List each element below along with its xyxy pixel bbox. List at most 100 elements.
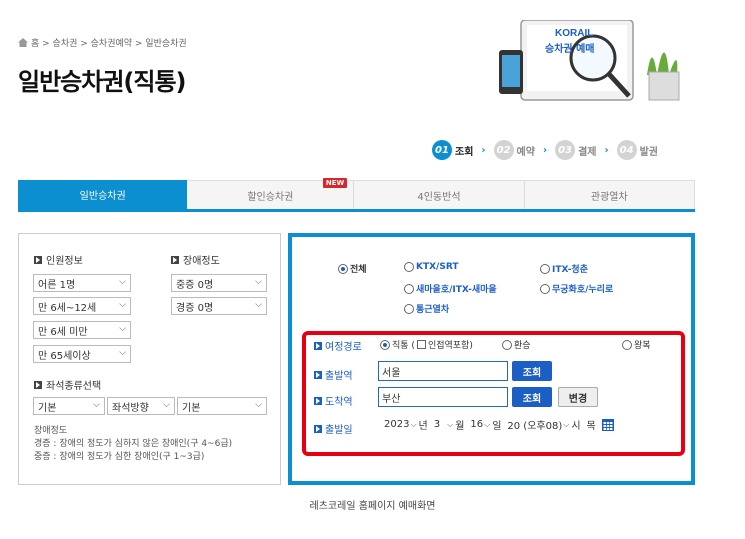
bullet-icon	[314, 341, 322, 350]
child-count-select[interactable]: 만 6세~12세 ⌵	[33, 297, 131, 315]
chevron-down-icon: ⌵	[410, 419, 417, 429]
tab-general-ticket[interactable]: 일반승차권	[18, 180, 188, 209]
chevron-down-icon: ⌵	[119, 324, 126, 334]
row-label-text: 도착역	[325, 397, 353, 408]
train-type-saemaeul-radio[interactable]: 새마을호/ITX-새마을	[404, 282, 497, 295]
train-type-itx-radio[interactable]: ITX-청춘	[540, 262, 588, 275]
step-number: 01	[432, 140, 452, 160]
departure-station-input[interactable]: 서울	[378, 361, 508, 381]
route-direct-radio[interactable]: 직통 ( 인접역포함)	[380, 338, 473, 351]
radio-label: ITX-청춘	[552, 265, 588, 275]
radio-circle	[404, 303, 414, 314]
tab-four-seat[interactable]: 4인동반석	[354, 180, 525, 209]
bullet-icon	[34, 255, 42, 264]
step-number: 03	[555, 140, 576, 160]
chevron-right-icon: ›	[542, 144, 548, 156]
day-unit: 일	[492, 421, 502, 432]
page-title: 일반승차권(직통)	[18, 68, 186, 96]
select-value: 좌석방향	[112, 402, 149, 414]
radio-circle	[540, 263, 550, 274]
senior-count-select[interactable]: 만 65세이상 ⌵	[33, 345, 131, 363]
route-label: 여정경로	[314, 338, 362, 353]
disability-title: 장애정도	[171, 252, 220, 267]
bullet-icon	[171, 255, 179, 264]
adult-count-select[interactable]: 어른 1명 ⌵	[33, 274, 131, 292]
seat-option-select[interactable]: 기본 ⌵	[177, 397, 267, 415]
departure-date-label: 출발일	[314, 421, 353, 436]
infant-count-select[interactable]: 만 6세 미만 ⌵	[33, 321, 131, 339]
radio-circle	[338, 263, 348, 274]
row-label-text: 여정경로	[325, 342, 362, 353]
radio-circle	[502, 339, 512, 350]
select-value: 경증 0명	[176, 302, 214, 314]
radio-label: 새마을호/ITX-새마을	[416, 285, 497, 295]
nearby-station-checkbox[interactable]	[416, 340, 426, 349]
korail-logo: KORAIL	[555, 28, 593, 39]
year-select[interactable]: 2023 ⌵	[384, 419, 417, 430]
radio-circle	[622, 339, 632, 350]
month-select[interactable]: 3 ⌵	[434, 419, 453, 430]
select-value: 어른 1명	[38, 279, 76, 291]
arrival-search-button[interactable]: 조회	[512, 387, 552, 407]
hour-unit: 시	[571, 421, 581, 432]
radio-label: KTX/SRT	[416, 262, 459, 272]
select-value: 16	[470, 419, 484, 430]
step-label: 발권	[639, 146, 658, 158]
select-value: 만 6세~12세	[38, 302, 97, 314]
train-type-all-radio[interactable]: 전체	[338, 262, 367, 275]
route-transfer-radio[interactable]: 환승	[502, 338, 531, 351]
seat-class-select[interactable]: 기본 ⌵	[33, 397, 105, 415]
step-indicator: 01 조회 › 02 예약 › 03 결제 › 04 발권	[432, 140, 658, 160]
home-icon[interactable]	[18, 38, 28, 47]
calendar-icon[interactable]	[601, 418, 614, 431]
info-title: 장애정도	[34, 426, 68, 436]
departure-search-button[interactable]: 조회	[512, 361, 552, 381]
select-value: 기본	[182, 402, 201, 414]
chevron-down-icon: ⌵	[255, 400, 262, 410]
disability-info: 장애정도 경증 : 장애의 정도가 심하지 않은 장애인(구 4~6급) 중증 …	[34, 425, 232, 464]
select-value: 20 (오후08)	[507, 421, 563, 432]
chevron-right-icon: ›	[604, 144, 609, 156]
step-issue: 04 발권	[616, 140, 658, 160]
radio-label: 직통 (	[392, 341, 415, 351]
arrival-station-input[interactable]: 부산	[378, 387, 508, 407]
radio-label: 통근열차	[416, 305, 450, 315]
hero-caption: 승차권 예매	[545, 42, 594, 55]
bullet-icon	[314, 396, 322, 405]
step-payment: 03 결제	[555, 140, 596, 160]
step-label: 예약	[516, 146, 535, 158]
hour-select[interactable]: 20 (오후08) ⌵	[507, 417, 569, 433]
section-label: 장애정도	[183, 256, 220, 267]
row-label-text: 출발일	[325, 425, 353, 436]
breadcrumb: 홈 > 승차권 > 승차권예약 > 일반승차권	[18, 36, 187, 49]
info-mild: 경증 : 장애의 정도가 심하지 않은 장애인(구 4~6급)	[34, 439, 233, 449]
chevron-right-icon: ›	[481, 144, 486, 156]
tab-discount-ticket[interactable]: 할인승차권 NEW	[187, 178, 355, 209]
swap-stations-button[interactable]: 변경	[558, 387, 598, 407]
train-type-ktx-radio[interactable]: KTX/SRT	[404, 262, 459, 272]
train-type-commuter-radio[interactable]: 통근열차	[404, 302, 449, 315]
radio-label: 전체	[350, 265, 367, 275]
severe-count-select[interactable]: 중증 0명 ⌵	[171, 274, 267, 292]
bullet-icon	[34, 380, 42, 389]
step-label: 조회	[455, 146, 474, 158]
figure-caption: 레츠코레일 홈페이지 예매화면	[309, 501, 436, 512]
chevron-down-icon: ⌵	[163, 400, 170, 410]
day-select[interactable]: 16 ⌵	[470, 419, 490, 430]
passenger-info-title: 인원정보	[34, 252, 83, 267]
tab-tour-train[interactable]: 관광열차	[524, 180, 695, 209]
weekday-text: 목	[586, 421, 596, 432]
route-roundtrip-radio[interactable]: 왕복	[622, 338, 651, 351]
step-number: 02	[493, 140, 514, 160]
seat-direction-select[interactable]: 좌석방향 ⌵	[107, 397, 175, 415]
select-value: 2023	[384, 419, 410, 430]
step-search: 01 조회	[432, 140, 473, 160]
train-type-mugunghwa-radio[interactable]: 무궁화호/누리로	[540, 282, 613, 295]
breadcrumb-text[interactable]: 홈 > 승차권 > 승차권예약 > 일반승차권	[31, 36, 187, 49]
departure-label: 출발역	[314, 367, 353, 382]
chevron-down-icon: ⌵	[255, 300, 262, 310]
select-value: 만 6세 미만	[38, 326, 88, 338]
seat-type-title: 좌석종류선택	[34, 377, 101, 392]
bullet-icon	[314, 370, 322, 379]
mild-count-select[interactable]: 경증 0명 ⌵	[171, 297, 267, 315]
